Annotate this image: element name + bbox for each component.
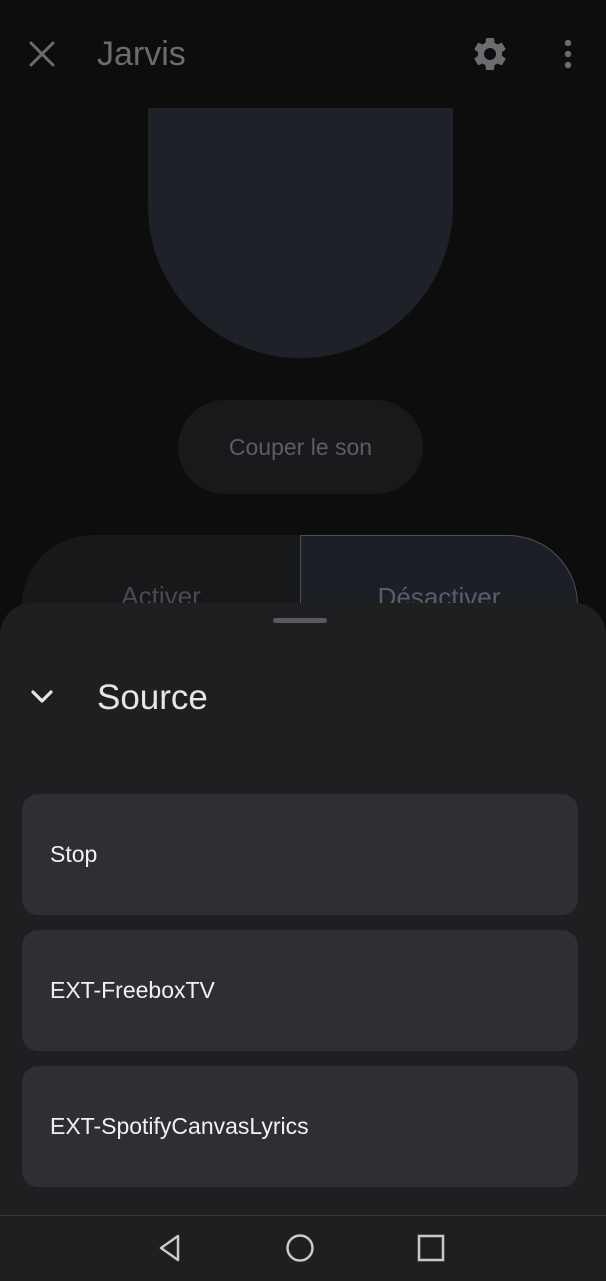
page-title: Jarvis (97, 35, 186, 73)
option-label: EXT-SpotifyCanvasLyrics (50, 1113, 309, 1139)
gear-icon[interactable] (470, 34, 510, 74)
source-option-freeboxtv[interactable]: EXT-FreeboxTV (22, 930, 578, 1051)
option-label: Stop (50, 841, 98, 867)
close-icon[interactable] (22, 34, 62, 74)
back-triangle-icon[interactable] (154, 1232, 186, 1264)
sheet-title: Source (97, 678, 208, 717)
chevron-down-icon[interactable] (26, 681, 58, 713)
mute-button[interactable]: Couper le son (178, 400, 423, 494)
more-vert-icon[interactable] (552, 34, 584, 74)
recents-square-icon[interactable] (416, 1233, 446, 1263)
home-circle-icon[interactable] (284, 1232, 316, 1264)
option-label: EXT-FreeboxTV (50, 977, 215, 1003)
volume-dial[interactable] (148, 108, 453, 358)
drag-handle[interactable] (273, 618, 327, 623)
source-bottom-sheet: Source Stop EXT-FreeboxTV EXT-SpotifyCan… (0, 603, 606, 1215)
source-option-stop[interactable]: Stop (22, 794, 578, 915)
system-navigation-bar (0, 1215, 606, 1281)
source-option-spotify-canvas-lyrics[interactable]: EXT-SpotifyCanvasLyrics (22, 1066, 578, 1187)
